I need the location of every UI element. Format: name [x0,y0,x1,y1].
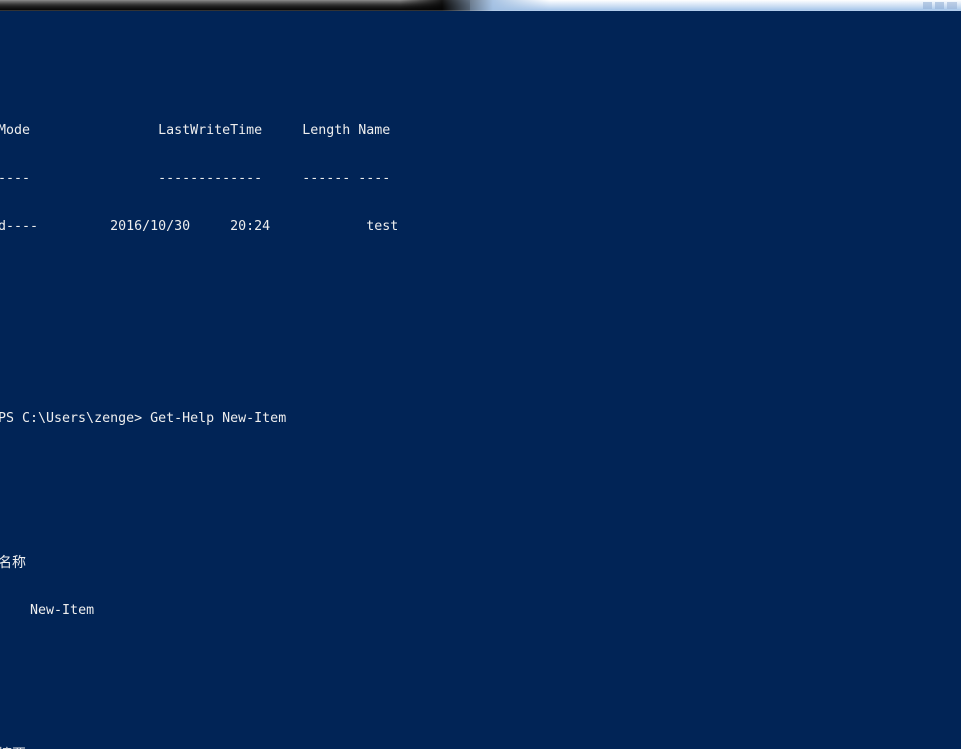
window-title-bar[interactable] [0,0,961,11]
dir-listing-header: Mode LastWriteTime Length Name [0,123,391,138]
powershell-window: Mode LastWriteTime Length Name ---- ----… [0,0,961,749]
section-heading-name: 名称 [0,555,26,571]
window-controls-icon[interactable] [923,2,957,9]
help-name-value: New-Item [0,603,961,619]
dir-listing-underline: ---- ------------- ------ ---- [0,171,391,186]
help-name-text: New-Item [30,603,95,618]
prompt-line[interactable]: PS C:\Users\zenge> Get-Help New-Item [0,411,961,427]
dir-listing-row: d---- 2016/10/30 20:24 test [0,219,399,234]
console-output-area[interactable]: Mode LastWriteTime Length Name ---- ----… [0,11,961,749]
